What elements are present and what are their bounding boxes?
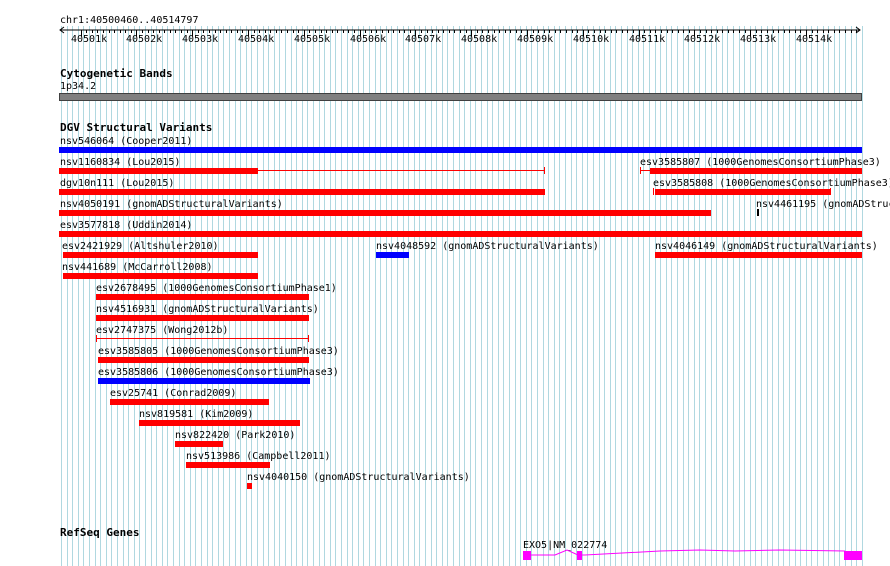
variant-bar[interactable] — [59, 189, 545, 195]
variant-bar[interactable] — [186, 462, 270, 468]
cytoband-bar[interactable] — [59, 93, 862, 101]
feature-label[interactable]: nsv4048592 (gnomADStructuralVariants) — [376, 241, 599, 252]
variant-bar[interactable] — [655, 189, 830, 195]
variant-bar[interactable] — [59, 168, 258, 174]
variant-end-tick — [544, 167, 545, 174]
ruler-tick-label: 40505k — [294, 34, 331, 45]
feature-label[interactable]: nsv4516931 (gnomADStructuralVariants) — [96, 304, 319, 315]
ruler-tick-label: 40509k — [517, 34, 554, 45]
feature-label[interactable]: nsv822420 (Park2010) — [175, 430, 295, 441]
feature-label[interactable]: nsv546064 (Cooper2011) — [60, 136, 192, 147]
variant-bar[interactable] — [96, 338, 308, 339]
variant-bar[interactable] — [376, 252, 409, 258]
variant-end-tick — [830, 188, 831, 195]
variant-bar[interactable] — [63, 273, 258, 279]
ruler-tick-label: 40503k — [182, 34, 219, 45]
feature-label[interactable]: nsv819581 (Kim2009) — [139, 409, 253, 420]
ruler-tick-label: 40512k — [684, 34, 721, 45]
variant-end-tick — [308, 335, 309, 342]
feature-label[interactable]: esv3577818 (Uddin2014) — [60, 220, 192, 231]
ruler-tick-label: 40504k — [238, 34, 275, 45]
ruler-tick-label: 40510k — [573, 34, 610, 45]
dgv-track-title: DGV Structural Variants — [60, 121, 213, 134]
gene-model[interactable] — [0, 548, 890, 564]
feature-label[interactable]: esv2747375 (Wong2012b) — [96, 325, 228, 336]
variant-start-tick — [653, 188, 654, 195]
feature-label[interactable]: esv2421929 (Altshuler2010) — [62, 241, 219, 252]
feature-label[interactable]: esv25741 (Conrad2009) — [110, 388, 236, 399]
variant-bar[interactable] — [59, 231, 862, 237]
feature-label[interactable]: nsv4046149 (gnomADStructuralVariants) — [655, 241, 878, 252]
variant-bar[interactable] — [59, 147, 862, 153]
variant-bar[interactable] — [96, 294, 309, 300]
variant-bar[interactable] — [98, 378, 310, 384]
variant-bar[interactable] — [98, 357, 309, 363]
feature-label[interactable]: nsv1160834 (Lou2015) — [60, 157, 180, 168]
variant-bar[interactable] — [650, 168, 862, 174]
variant-bar[interactable] — [110, 399, 269, 405]
feature-label[interactable]: nsv4040150 (gnomADStructuralVariants) — [247, 472, 470, 483]
variant-bar[interactable] — [757, 209, 759, 216]
variant-connector — [258, 170, 545, 171]
ruler-tick-label: 40506k — [350, 34, 387, 45]
feature-label[interactable]: nsv441689 (McCarroll2008) — [62, 262, 213, 273]
variant-bar[interactable] — [63, 252, 258, 258]
variant-bar[interactable] — [139, 420, 300, 426]
feature-label[interactable]: esv3585808 (1000GenomesConsortiumPhase3) — [653, 178, 890, 189]
feature-label[interactable]: esv3585806 (1000GenomesConsortiumPhase3) — [98, 367, 339, 378]
variant-bar[interactable] — [175, 441, 223, 447]
variant-bar[interactable] — [96, 315, 309, 321]
variant-bar[interactable] — [59, 210, 711, 216]
feature-label[interactable]: esv3585807 (1000GenomesConsortiumPhase3) — [640, 157, 881, 168]
feature-label[interactable]: esv2678495 (1000GenomesConsortiumPhase1) — [96, 283, 337, 294]
cytoband-track-title: Cytogenetic Bands — [60, 67, 173, 80]
feature-label[interactable]: nsv513986 (Campbell2011) — [186, 451, 331, 462]
ruler-tick-label: 40513k — [740, 34, 777, 45]
feature-label[interactable]: nsv4461195 (gnomADStruc — [756, 199, 890, 210]
variant-connector — [640, 170, 650, 171]
ruler-tick-label: 40507k — [405, 34, 442, 45]
variant-bar[interactable] — [247, 483, 252, 489]
ruler-tick-label: 40511k — [629, 34, 666, 45]
ruler-tick-label: 40501k — [71, 34, 108, 45]
variant-bar[interactable] — [655, 252, 862, 258]
feature-label[interactable]: dgv10n111 (Lou2015) — [60, 178, 174, 189]
ruler-tick-label: 40502k — [126, 34, 163, 45]
cytoband-label: 1p34.2 — [60, 81, 97, 92]
ruler-tick-label: 40514k — [796, 34, 833, 45]
refseq-track-title: RefSeq Genes — [60, 526, 140, 539]
feature-label[interactable]: nsv4050191 (gnomADStructuralVariants) — [60, 199, 283, 210]
ruler-tick-label: 40508k — [461, 34, 498, 45]
feature-label[interactable]: esv3585805 (1000GenomesConsortiumPhase3) — [98, 346, 339, 357]
